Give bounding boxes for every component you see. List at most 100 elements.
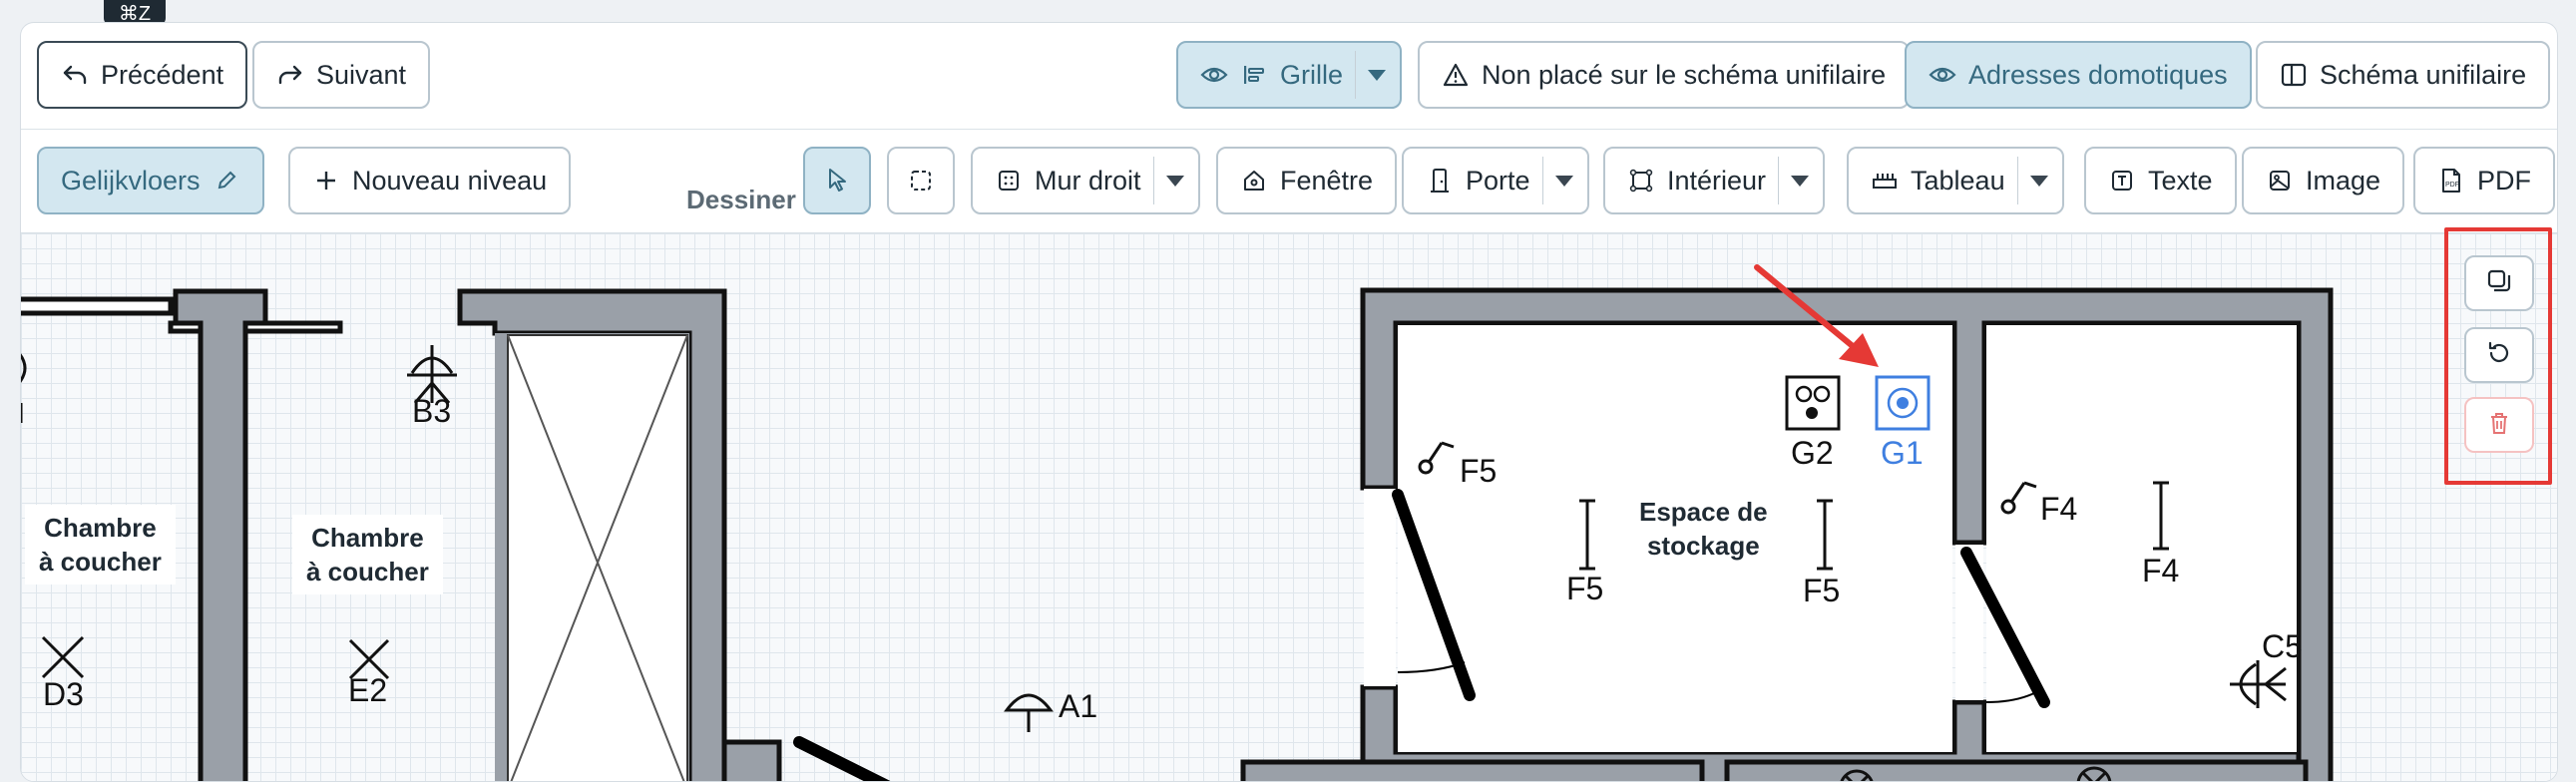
wall-segment xyxy=(1724,759,2309,781)
room-label-line: stockage xyxy=(1646,531,1760,561)
panel-label: Tableau xyxy=(1911,165,2005,196)
single-line-diagram-button[interactable]: Schéma unifilaire xyxy=(2256,41,2551,109)
room-label-line: Chambre xyxy=(44,513,157,543)
single-line-label: Schéma unifilaire xyxy=(2320,59,2527,90)
home-addresses-label: Adresses domotiques xyxy=(1968,59,2228,90)
lamp-a1 xyxy=(1004,693,1054,732)
delete-button[interactable] xyxy=(2464,397,2534,453)
area-select-tool-button[interactable] xyxy=(887,147,955,214)
room-label-line: Espace de xyxy=(1639,497,1768,527)
room-label-bedroom-1[interactable]: Chambre à coucher xyxy=(25,505,176,585)
plus-icon xyxy=(312,167,340,195)
duplicate-icon xyxy=(2486,268,2512,299)
door-label: Porte xyxy=(1466,165,1530,196)
select-tool-button[interactable] xyxy=(803,147,871,214)
room-label-line: à coucher xyxy=(306,557,429,586)
room-label-storage[interactable]: Espace de stockage xyxy=(1625,489,1782,569)
window-tool-button[interactable]: Fenêtre xyxy=(1216,147,1398,214)
symbol-label-b3[interactable]: B3 xyxy=(412,393,451,430)
symbol-label-f4[interactable]: F4 xyxy=(2040,491,2077,528)
symbol-label-g1[interactable]: G1 xyxy=(1881,435,1924,472)
button-separator xyxy=(2016,157,2018,204)
straight-wall-label: Mur droit xyxy=(1035,165,1141,196)
dashed-square-icon xyxy=(907,167,935,195)
pdf-tool-button[interactable]: PDF PDF xyxy=(2413,147,2555,214)
room-label-bedroom-2[interactable]: Chambre à coucher xyxy=(292,515,443,594)
image-tool-button[interactable]: Image xyxy=(2242,147,2405,214)
previous-label: Précédent xyxy=(101,59,224,90)
level-name: Gelijkvloers xyxy=(61,165,201,196)
symbol-label-f5[interactable]: F5 xyxy=(1460,453,1497,490)
duplicate-button[interactable] xyxy=(2464,255,2534,311)
pdf-file-icon: PDF xyxy=(2437,167,2465,195)
symbol-label-f4[interactable]: F4 xyxy=(2142,553,2179,589)
floor-plan-drawing xyxy=(21,264,2334,781)
not-placed-button[interactable]: Non placé sur le schéma unifilaire xyxy=(1418,41,1911,109)
button-separator xyxy=(1778,157,1780,204)
chevron-down-icon[interactable] xyxy=(1791,175,1810,187)
text-tool-button[interactable]: Texte xyxy=(2084,147,2237,214)
button-separator xyxy=(1152,157,1154,204)
floor-plan-canvas[interactable]: Chambre à coucher Chambre à coucher Espa… xyxy=(21,232,2557,781)
symbol-label-g2[interactable]: G2 xyxy=(1791,435,1834,472)
window-label: Fenêtre xyxy=(1280,165,1374,196)
redo-icon xyxy=(276,61,304,89)
svg-text:PDF: PDF xyxy=(2445,182,2459,189)
rotate-icon xyxy=(2486,340,2512,371)
wall-segment xyxy=(1240,759,1705,781)
door-tool-button[interactable]: Porte xyxy=(1402,147,1589,214)
undo-icon xyxy=(61,61,89,89)
eye-icon xyxy=(1929,61,1956,89)
symbol-label-f5[interactable]: F5 xyxy=(1566,571,1603,607)
outlet-g1-selected xyxy=(1875,375,1931,431)
image-label: Image xyxy=(2306,165,2381,196)
frame-icon xyxy=(1627,167,1655,195)
chevron-down-icon[interactable] xyxy=(1165,175,1184,187)
rotate-button[interactable] xyxy=(2464,327,2534,383)
door-leaf xyxy=(793,736,891,781)
draw-label: Dessiner : xyxy=(686,185,812,214)
not-placed-label: Non placé sur le schéma unifilaire xyxy=(1482,59,1887,90)
new-level-label: Nouveau niveau xyxy=(352,165,548,196)
chevron-down-icon[interactable] xyxy=(1554,175,1573,187)
interior-tool-button[interactable]: Intérieur xyxy=(1603,147,1826,214)
button-separator xyxy=(1541,157,1543,204)
door-opening xyxy=(1364,489,1396,686)
room-label-line: à coucher xyxy=(39,547,162,577)
symbol-label-a1[interactable]: A1 xyxy=(1059,688,1097,725)
editor-panel: Précédent Suivant Grille Non placé sur l… xyxy=(20,22,2558,782)
next-label: Suivant xyxy=(316,59,407,90)
text-label: Texte xyxy=(2148,165,2213,196)
symbol-label-c5[interactable]: C5 xyxy=(2262,628,2303,665)
panel-board-icon xyxy=(1871,167,1899,195)
interior-label: Intérieur xyxy=(1667,165,1767,196)
symbol-label-e2[interactable]: E2 xyxy=(348,672,387,709)
new-level-button[interactable]: Nouveau niveau xyxy=(288,147,572,214)
columns-icon xyxy=(2280,61,2308,89)
pencil-icon[interactable] xyxy=(213,167,240,195)
pdf-label: PDF xyxy=(2477,165,2531,196)
symbol-label-f5[interactable]: F5 xyxy=(1803,573,1840,609)
chevron-down-icon[interactable] xyxy=(1368,69,1387,81)
wall-segment xyxy=(721,739,782,781)
image-icon xyxy=(2266,167,2294,195)
previous-button[interactable]: Précédent xyxy=(37,41,248,109)
level-selector[interactable]: Gelijkvloers xyxy=(37,147,264,214)
door-icon xyxy=(1426,167,1454,195)
text-box-icon xyxy=(2108,167,2136,195)
wall-segment xyxy=(173,288,268,781)
outlet-g2 xyxy=(1785,375,1841,431)
light-cross-d3 xyxy=(41,635,85,679)
home-addresses-button[interactable]: Adresses domotiques xyxy=(1905,41,2252,109)
room-label-line: Chambre xyxy=(311,523,424,553)
cursor-icon xyxy=(823,167,851,195)
dots-square-icon xyxy=(995,167,1023,195)
chevron-down-icon[interactable] xyxy=(2029,175,2048,187)
window-segment xyxy=(21,296,174,316)
next-button[interactable]: Suivant xyxy=(252,41,431,109)
grid-button[interactable]: Grille xyxy=(1176,41,1403,109)
straight-wall-tool-button[interactable]: Mur droit xyxy=(971,147,1200,214)
symbol-label-d3[interactable]: D3 xyxy=(43,676,84,713)
home-icon xyxy=(1240,167,1268,195)
panel-tool-button[interactable]: Tableau xyxy=(1847,147,2064,214)
